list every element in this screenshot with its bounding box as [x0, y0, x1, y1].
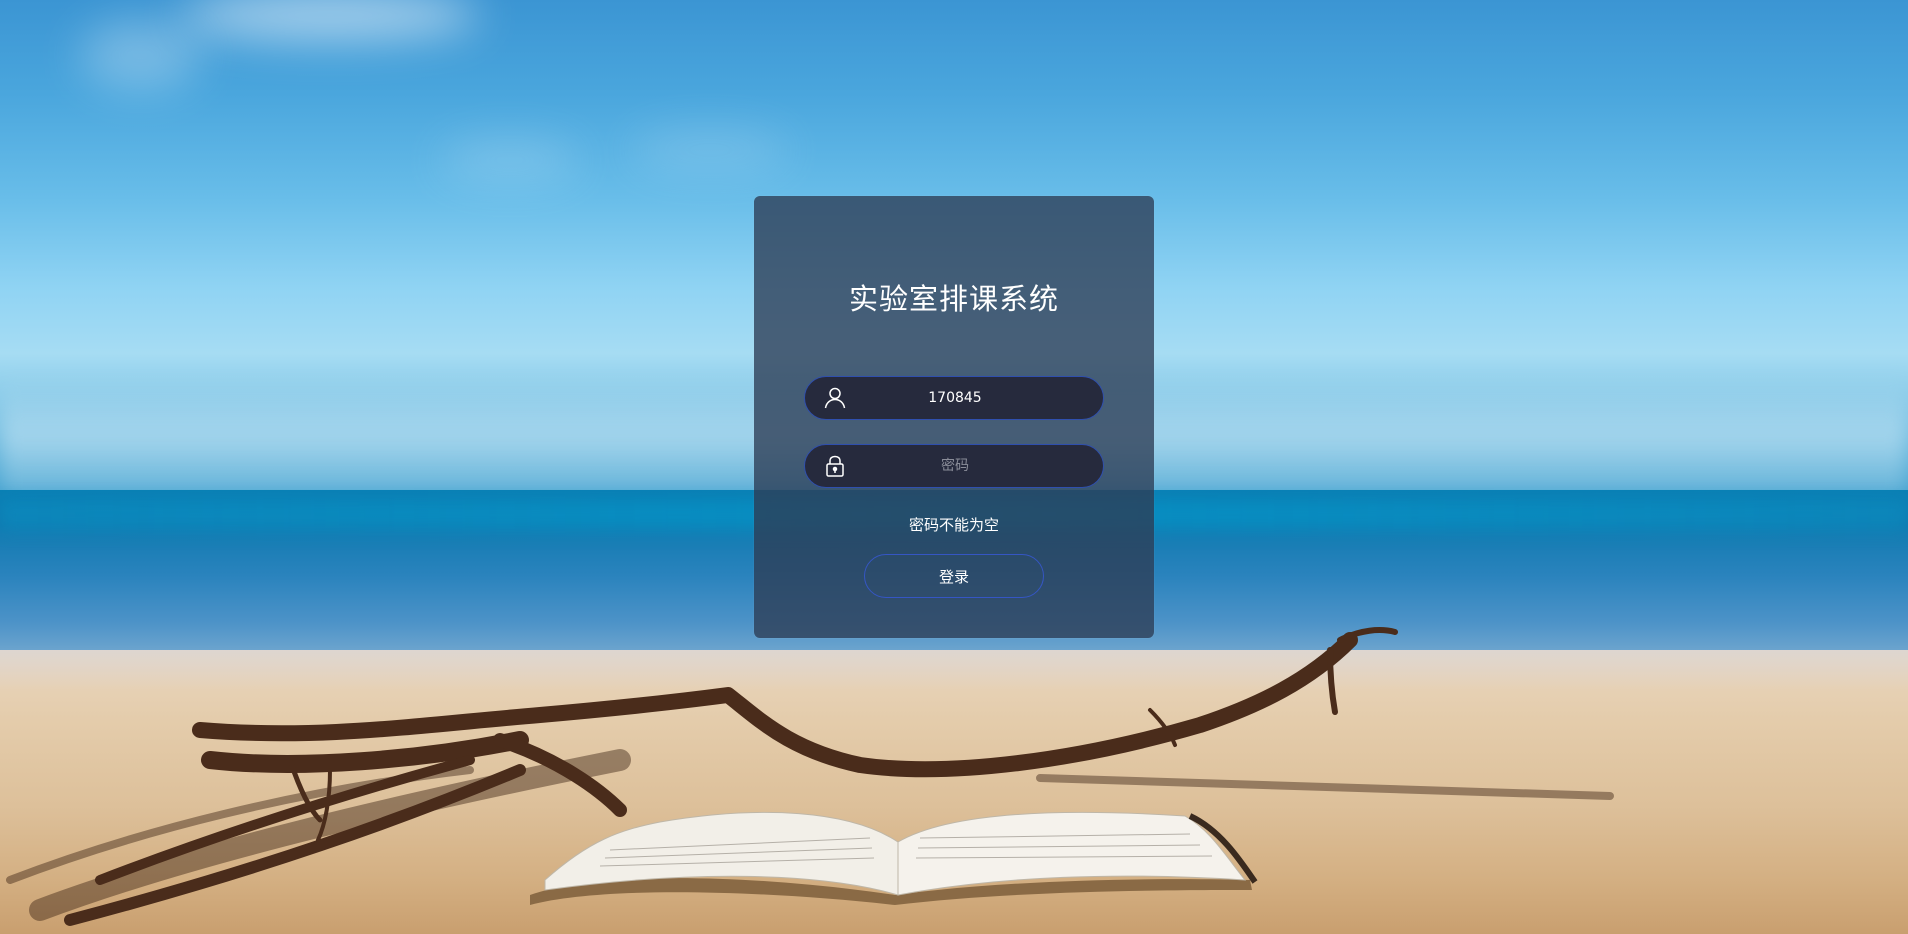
lock-icon	[823, 454, 847, 478]
password-input[interactable]	[855, 445, 1055, 487]
page-title: 实验室排课系统	[848, 282, 1059, 316]
error-message: 密码不能为空	[908, 516, 999, 534]
login-panel: 实验室排课系统 密码不能为空 登录	[754, 196, 1154, 638]
username-input[interactable]	[855, 377, 1055, 419]
login-button[interactable]: 登录	[864, 554, 1044, 598]
password-field[interactable]	[804, 444, 1104, 488]
user-icon	[823, 386, 847, 410]
username-field[interactable]	[804, 376, 1104, 420]
